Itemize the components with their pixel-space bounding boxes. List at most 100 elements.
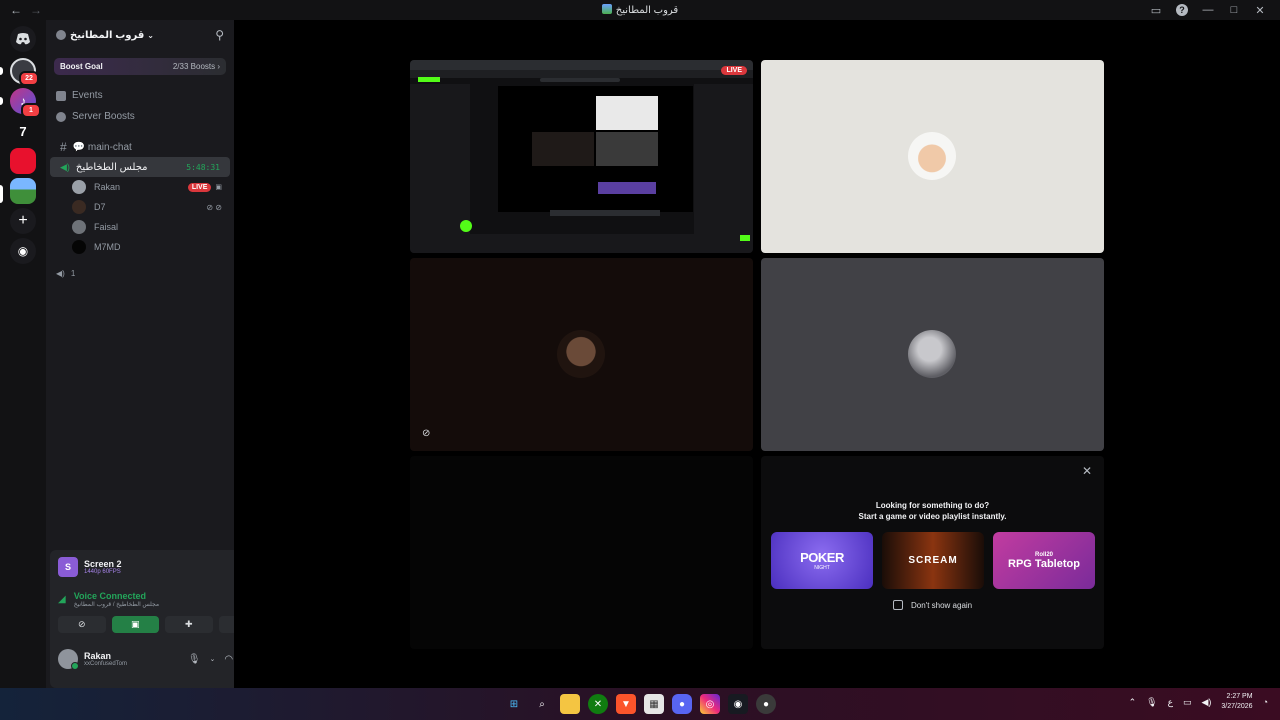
server-icon-tiktok[interactable]: ♪ 1 — [10, 88, 41, 118]
calendar-icon — [56, 90, 66, 101]
dont-show-checkbox[interactable] — [893, 600, 903, 610]
file-explorer-icon[interactable] — [560, 694, 580, 714]
taskbar-apps: ⊞ ⌕ ✕ ▼ ▦ ● ◎ ◉ ● — [504, 694, 776, 714]
voice-location: مجلس الطخاطيخ / قروب المطانيخ — [73, 601, 160, 608]
instagram-icon[interactable]: ◎ — [700, 694, 720, 714]
volume-icon[interactable]: ◀) — [1201, 697, 1211, 708]
server-name: قروب المطانيخ — [70, 29, 145, 41]
voice-channel-active[interactable]: ◀) مجلس الطخاطيخ 5:48:31 — [50, 157, 230, 177]
discover-icon[interactable]: ◉ — [10, 238, 36, 264]
xbox-icon[interactable]: ✕ — [588, 694, 608, 714]
stream-title: Screen 2 — [84, 559, 122, 569]
close-icon[interactable]: ✕ — [1082, 464, 1092, 478]
activity-card-poker[interactable]: POKER NIGHT — [771, 532, 873, 589]
system-tray: ⌃ 🎙 ع ▭ ◀) 2:27 PM 3/27/2026 ◔ — [1129, 692, 1268, 712]
participant-tile-3[interactable]: ⊘ — [410, 258, 753, 451]
voice-connected-label[interactable]: Voice Connected — [74, 591, 159, 601]
speaker-icon: ◀) — [56, 269, 65, 278]
speaker-icon: ◀) — [60, 161, 70, 172]
avatar — [72, 220, 86, 234]
avatar — [72, 180, 86, 194]
add-server-icon[interactable]: + — [10, 208, 36, 234]
user-name: Rakan — [84, 651, 112, 661]
inbox-icon[interactable]: ▭ — [1150, 4, 1162, 17]
live-badge: LIVE — [187, 182, 212, 192]
search-icon[interactable]: ⌕ — [532, 694, 552, 714]
voice-user-rakan[interactable]: Rakan LIVE ▣ — [46, 177, 234, 197]
user-status: xxConfusedTom — [84, 661, 128, 667]
window-controls: ▭ ? — □ ✕ — [1150, 0, 1280, 20]
steam-icon[interactable]: ◉ — [728, 694, 748, 714]
voice-user-faisal[interactable]: Faisal — [46, 217, 234, 237]
invite-people-icon[interactable]: ⚲ — [215, 28, 224, 42]
screen-share-tile[interactable]: LIVE — [410, 60, 753, 253]
voice-user-m7md[interactable]: M7MD — [46, 237, 234, 257]
user-avatar[interactable] — [58, 649, 79, 670]
activity-card-scream[interactable]: SCREAM — [882, 532, 984, 589]
recorder-icon[interactable]: ● — [756, 694, 776, 714]
activity-suggestion-tile: ✕ Looking for something to do? Start a g… — [761, 456, 1104, 649]
voice-stage: LIVE ⊘ ✕ Looking for something to do? St… — [234, 20, 1280, 688]
avatar — [72, 240, 86, 254]
headphones-icon[interactable]: ◠ — [224, 654, 233, 665]
screen-icon: ▣ — [215, 184, 222, 191]
tray-chevron-icon[interactable]: ⌃ — [1129, 697, 1137, 708]
channel-sidebar: قروب المطانيخ ⌄ ⚲ Boost Goal 2/33 Boosts… — [46, 20, 274, 688]
notification-icon[interactable]: ◔ — [1263, 697, 1268, 707]
server-mini-icon — [601, 4, 612, 14]
help-icon[interactable]: ? — [1176, 4, 1188, 16]
chevron-down-icon[interactable]: ⌄ — [210, 655, 216, 663]
participant-tile-5[interactable] — [410, 456, 753, 649]
hash-icon: # — [60, 140, 67, 154]
voice-user-d7[interactable]: D7 ⊘ ⊘ — [46, 197, 234, 217]
boost-goal-label: Boost Goal — [60, 62, 103, 71]
server-rail: 22 ♪ 1 7 + ◉ — [0, 20, 46, 688]
camera-off-button[interactable]: ⊘ — [58, 616, 106, 633]
discord-home-icon[interactable] — [10, 26, 36, 52]
participant-tile-2[interactable] — [761, 60, 1104, 253]
shared-screen-preview — [410, 60, 753, 253]
discord-taskbar-icon[interactable]: ● — [672, 694, 692, 714]
camera-off-icon: ⊘ — [422, 428, 431, 439]
clock[interactable]: 2:27 PM 3/27/2026 — [1221, 692, 1252, 712]
dont-show-again-row[interactable]: Don't show again — [893, 600, 972, 610]
activities-button[interactable]: ✚ — [165, 616, 213, 633]
activity-card-rpg-tabletop[interactable]: Roll20 RPG Tabletop — [993, 532, 1095, 589]
unread-pill-2 — [0, 97, 3, 105]
store-icon[interactable]: ▦ — [644, 694, 664, 714]
mic-muted-icon: ⊘ ⊘ — [206, 202, 222, 212]
voice-channel-2[interactable]: ◀) 1 — [46, 263, 234, 284]
forward-icon[interactable]: → — [30, 3, 42, 17]
server-icon-1[interactable]: 22 — [10, 58, 39, 86]
server-badge-icon — [56, 30, 66, 40]
chevron-down-icon: ⌄ — [147, 30, 154, 40]
close-button[interactable]: ✕ — [1254, 4, 1266, 17]
channel-main-chat[interactable]: # 💬 main-chat — [50, 137, 230, 157]
screen-share-button[interactable]: ▣ — [111, 616, 159, 633]
server-header[interactable]: قروب المطانيخ ⌄ ⚲ — [46, 20, 234, 50]
language-indicator[interactable]: ع — [1168, 697, 1173, 708]
brave-icon[interactable]: ▼ — [616, 694, 636, 714]
server-boosts-item[interactable]: Server Boosts — [46, 106, 234, 127]
back-icon[interactable]: ← — [10, 3, 22, 17]
server-icon-red[interactable] — [10, 148, 36, 174]
voice-timer: 5:48:31 — [186, 162, 220, 172]
avatar — [72, 200, 86, 214]
events-item[interactable]: Events — [46, 85, 234, 106]
avatar — [908, 330, 956, 378]
boost-count: 2/33 Boosts › — [172, 62, 220, 71]
server-icon-7[interactable]: 7 — [10, 118, 36, 144]
microphone-icon[interactable]: 🎙 — [1146, 697, 1157, 708]
avatar — [908, 132, 956, 180]
participant-tile-4[interactable] — [761, 258, 1104, 451]
microphone-icon[interactable]: 🎙 — [188, 654, 201, 665]
maximize-button[interactable]: □ — [1228, 4, 1240, 16]
mention-badge-2: 1 — [21, 103, 41, 118]
boost-goal-bar[interactable]: Boost Goal 2/33 Boosts › — [54, 58, 226, 75]
network-icon[interactable]: ▭ — [1183, 697, 1192, 708]
suggestion-heading: Looking for something to do? Start a gam… — [858, 501, 1007, 521]
start-icon[interactable]: ⊞ — [504, 694, 524, 714]
server-icon-selected[interactable] — [10, 178, 36, 204]
mention-badge: 22 — [19, 71, 39, 86]
minimize-button[interactable]: — — [1202, 4, 1214, 16]
